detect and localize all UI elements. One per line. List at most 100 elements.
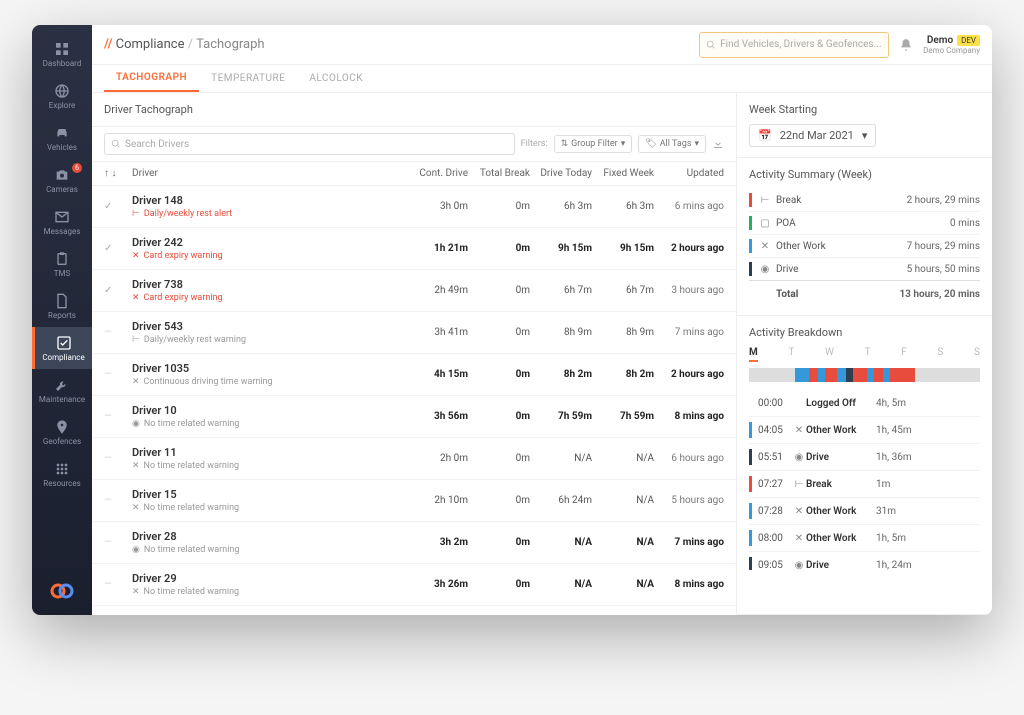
cell-updated: 2 hours ago — [654, 369, 724, 380]
user-menu[interactable]: DemoDEV Demo Company — [923, 35, 980, 55]
cell-cont-drive: 3h 2m — [406, 537, 468, 548]
breakdown-list: 00:00Logged Off4h, 5m04:05✕Other Work1h,… — [749, 390, 980, 570]
driver-row[interactable]: —Driver 543⊢Daily/weekly rest warning3h … — [92, 312, 736, 354]
day-tab[interactable]: F — [901, 347, 907, 362]
driver-row[interactable]: ✓Driver 738✕Card expiry warning2h 49m0m6… — [92, 270, 736, 312]
driver-name: Driver 43 — [132, 614, 406, 615]
sidebar-item-vehicles[interactable]: Vehicles — [32, 117, 92, 159]
cell-updated: 8 mins ago — [654, 411, 724, 422]
sidebar-item-reports[interactable]: Reports — [32, 285, 92, 327]
driver-row[interactable]: ✓Driver 242✕Card expiry warning1h 21m0m9… — [92, 228, 736, 270]
timeline-segment — [818, 368, 825, 382]
day-tab[interactable]: M — [749, 347, 758, 362]
cell-total-break: 0m — [468, 327, 530, 338]
global-search-input[interactable]: Find Vehicles, Drivers & Geofences... — [699, 32, 889, 58]
sidebar-item-maintenance[interactable]: Maintenance — [32, 369, 92, 411]
timeline-segment — [883, 368, 890, 382]
dev-badge: DEV — [957, 35, 980, 46]
summary-row: ▢POA0 mins — [749, 212, 980, 235]
driver-row[interactable]: —Driver 43✕No time related warning45m0m5… — [92, 606, 736, 615]
driver-name: Driver 242 — [132, 236, 406, 249]
week-date-picker[interactable]: 📅 22nd Mar 2021 ▾ — [749, 124, 876, 147]
driver-warning: ◉No time related warning — [132, 419, 406, 429]
sort-column[interactable]: ↑ ↓ — [104, 168, 132, 179]
cell-drive-today: N/A — [530, 579, 592, 590]
column-updated[interactable]: Updated — [654, 168, 724, 179]
driver-row[interactable]: —Driver 29✕No time related warning3h 26m… — [92, 564, 736, 606]
cross-icon: ✕ — [132, 293, 140, 303]
column-drive-today[interactable]: Drive Today — [530, 168, 592, 179]
cell-fixed-week: 9h 15m — [592, 243, 654, 254]
column-total-break[interactable]: Total Break — [468, 168, 530, 179]
day-tab[interactable]: S — [937, 347, 943, 362]
column-fixed-week[interactable]: Fixed Week — [592, 168, 654, 179]
driver-table-body: ✓Driver 148⊢Daily/weekly rest alert3h 0m… — [92, 186, 736, 615]
driver-row[interactable]: ✓Driver 148⊢Daily/weekly rest alert3h 0m… — [92, 186, 736, 228]
driver-warning: ◉No time related warning — [132, 545, 406, 555]
sidebar-item-resources[interactable]: Resources — [32, 453, 92, 495]
cell-updated: 5 hours ago — [654, 495, 724, 506]
breakdown-row: 05:51◉Drive1h, 36m — [749, 444, 980, 471]
driver-row[interactable]: —Driver 15✕No time related warning2h 10m… — [92, 480, 736, 522]
tab-alcolock[interactable]: ALCOLOCK — [297, 65, 375, 92]
driver-name: Driver 738 — [132, 278, 406, 291]
cell-fixed-week: 6h 7m — [592, 285, 654, 296]
sidebar-item-cameras[interactable]: Cameras6 — [32, 159, 92, 201]
day-tab[interactable]: S — [974, 347, 980, 362]
timeline-segment — [874, 368, 883, 382]
cell-drive-today: 8h 9m — [530, 327, 592, 338]
driver-name: Driver 1035 — [132, 362, 406, 375]
cell-total-break: 0m — [468, 285, 530, 296]
driver-name: Driver 11 — [132, 446, 406, 459]
cell-total-break: 0m — [468, 243, 530, 254]
day-tab[interactable]: W — [825, 347, 834, 362]
driver-row[interactable]: —Driver 10◉No time related warning3h 56m… — [92, 396, 736, 438]
tab-temperature[interactable]: TEMPERATURE — [199, 65, 297, 92]
column-cont-drive[interactable]: Cont. Drive — [406, 168, 468, 179]
cell-drive-today: 9h 15m — [530, 243, 592, 254]
timeline-segment — [867, 368, 874, 382]
driver-row[interactable]: —Driver 11✕No time related warning2h 0m0… — [92, 438, 736, 480]
driver-row[interactable]: —Driver 28◉No time related warning3h 2m0… — [92, 522, 736, 564]
timeline-segment — [846, 368, 853, 382]
search-icon — [111, 139, 121, 149]
driver-name: Driver 10 — [132, 404, 406, 417]
sidebar-item-explore[interactable]: Explore — [32, 75, 92, 117]
column-driver[interactable]: Driver — [132, 168, 406, 179]
sidebar-item-compliance[interactable]: Compliance — [32, 327, 92, 369]
filters-label: Filters: — [521, 139, 548, 149]
cell-cont-drive: 2h 49m — [406, 285, 468, 296]
cell-total-break: 0m — [468, 201, 530, 212]
notification-bell-icon[interactable] — [899, 38, 913, 52]
group-filter-dropdown[interactable]: ⇅Group Filter▾ — [554, 135, 633, 153]
breakdown-row: 07:27⊢Break1m — [749, 471, 980, 498]
activity-summary-title: Activity Summary (Week) — [749, 168, 980, 181]
driver-warning: ✕Card expiry warning — [132, 251, 406, 261]
driver-name: Driver 15 — [132, 488, 406, 501]
summary-row: ⊢Break2 hours, 29 mins — [749, 189, 980, 212]
driver-name: Driver 148 — [132, 194, 406, 207]
target-icon: ◉ — [132, 419, 140, 429]
cell-total-break: 0m — [468, 453, 530, 464]
cell-fixed-week: 8h 2m — [592, 369, 654, 380]
cell-cont-drive: 3h 0m — [406, 201, 468, 212]
sidebar-item-tms[interactable]: TMS — [32, 243, 92, 285]
sidebar-item-geofences[interactable]: Geofences — [32, 411, 92, 453]
timeline-segment — [890, 368, 915, 382]
timeline-segment — [825, 368, 837, 382]
tags-filter-dropdown[interactable]: 🏷All Tags▾ — [638, 135, 706, 153]
cell-drive-today: N/A — [530, 453, 592, 464]
day-tab[interactable]: T — [865, 347, 871, 362]
tab-tachograph[interactable]: TACHOGRAPH — [104, 65, 199, 92]
day-tab[interactable]: T — [788, 347, 794, 362]
driver-name: Driver 28 — [132, 530, 406, 543]
download-icon[interactable] — [712, 138, 724, 150]
driver-row[interactable]: —Driver 1035✕Continuous driving time war… — [92, 354, 736, 396]
bed-icon: ⊢ — [132, 209, 140, 219]
week-starting-title: Week Starting — [749, 103, 980, 116]
timeline-segment — [915, 368, 980, 382]
sidebar-item-dashboard[interactable]: Dashboard — [32, 33, 92, 75]
sidebar: DashboardExploreVehiclesCameras6Messages… — [32, 25, 92, 615]
sidebar-item-messages[interactable]: Messages — [32, 201, 92, 243]
search-drivers-input[interactable]: Search Drivers — [104, 133, 515, 155]
